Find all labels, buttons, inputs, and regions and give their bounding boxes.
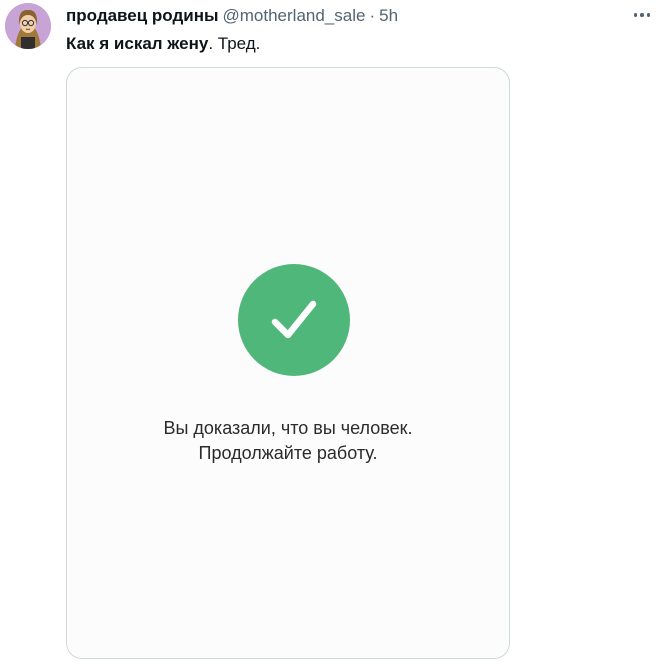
timestamp[interactable]: 5h — [379, 6, 398, 25]
avatar-icon — [5, 3, 51, 49]
success-badge — [238, 264, 350, 376]
separator-dot: · — [369, 6, 376, 25]
tweet: продавец родины @motherland_sale · 5h Как я… — [0, 0, 666, 664]
checkmark-icon — [271, 300, 317, 339]
tweet-media[interactable]: Вы доказали, что вы человек. Продолжайте… — [66, 67, 510, 659]
more-options-button[interactable] — [630, 5, 654, 25]
more-horizontal-icon — [633, 13, 638, 17]
tweet-header: продавец родины @motherland_sale · 5h — [66, 6, 398, 26]
message-line-1: Вы доказали, что вы человек. — [163, 418, 413, 438]
author-name[interactable]: продавец родины — [66, 6, 219, 25]
author-handle[interactable]: @motherland_sale — [223, 6, 366, 25]
avatar[interactable] — [5, 3, 51, 49]
tweet-text-bold: Как я искал жену — [66, 34, 209, 53]
tweet-text-rest: . Тред. — [208, 34, 261, 53]
tweet-text: Как я искал жену. Тред. — [66, 33, 260, 55]
verification-message: Вы доказали, что вы человек. Продолжайте… — [67, 416, 509, 466]
message-line-2: Продолжайте работу. — [198, 443, 378, 463]
